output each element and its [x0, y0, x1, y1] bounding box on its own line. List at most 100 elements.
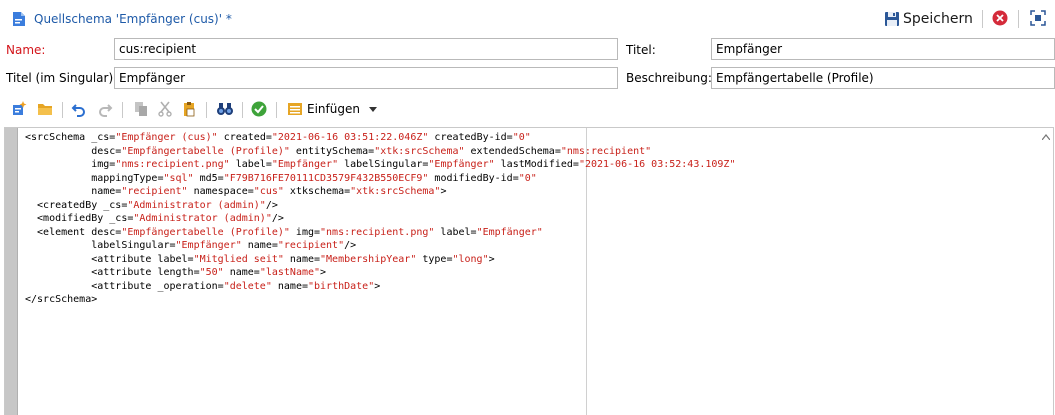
code-token: name= [241, 240, 278, 251]
string-token: "2021-06-16 03:51:22.046Z" [271, 132, 429, 143]
string-token: "long" [452, 253, 489, 265]
code-line: <attribute _operation="delete" name="bir… [25, 280, 735, 294]
code-token: > [440, 186, 447, 197]
string-token: "MembershipYear" [320, 253, 417, 265]
name-field[interactable] [114, 38, 618, 60]
maximize-button[interactable] [1030, 10, 1046, 26]
insert-button[interactable]: Einfügen [287, 100, 378, 118]
xml-editor[interactable]: <srcSchema _cs="Empfänger (cus)" created… [4, 127, 1054, 415]
string-token: "Empfänger" [271, 159, 339, 170]
code-token: img= [289, 226, 321, 238]
find-icon[interactable] [216, 100, 234, 118]
string-token: "0" [518, 172, 537, 184]
string-token: "2021-06-16 03:52:43.109Z" [578, 159, 736, 170]
code-token: <attribute label= [25, 253, 194, 265]
code-token: name= [223, 267, 260, 278]
string-token: "0" [512, 132, 531, 143]
save-label: Speichern [903, 11, 973, 27]
code-line: <element desc="Empfängertabelle (Profile… [25, 226, 735, 240]
code-token: <modifiedBy _cs= [25, 213, 134, 224]
toolbar-separator-5 [276, 102, 277, 118]
code-token: md5= [193, 172, 224, 184]
code-line: <attribute label="Mitglied seit" name="M… [25, 253, 735, 267]
chevron-down-icon [368, 107, 377, 112]
code-line: <createdBy _cs="Administrator (admin)"/> [25, 199, 735, 213]
name-label: Name: [6, 43, 46, 57]
redo-icon[interactable] [96, 100, 114, 118]
string-token: "Empfänger" [175, 240, 242, 251]
paste-icon[interactable] [180, 100, 198, 118]
string-token: "F79B716FE70111CD3579F432B550ECF9" [223, 172, 429, 184]
code-line: mappingType="sql" md5="F79B716FE70111CD3… [25, 172, 735, 186]
string-token: "Empfänger (cus)" [115, 132, 218, 143]
code-token: modifiedBy-id= [428, 172, 519, 184]
string-token: "Empfängertabelle (Profile)" [121, 145, 290, 157]
code-token: <attribute _operation= [25, 280, 224, 292]
string-token: "Empfänger" [476, 226, 543, 238]
string-token: "Mitglied seit" [193, 253, 284, 265]
string-token: "Administrator (admin)" [133, 213, 272, 224]
code-token: > [320, 267, 327, 278]
scroll-up-icon[interactable] [1042, 134, 1050, 140]
title-separator-2 [1018, 10, 1019, 28]
code-line: labelSingular="Empfänger" name="recipien… [25, 239, 735, 253]
schema-document-icon [12, 11, 26, 27]
string-token: "Empfänger" [428, 159, 495, 170]
code-token: <createdBy _cs= [25, 199, 128, 211]
titel-label: Titel: [626, 43, 656, 57]
beschreibung-field[interactable] [711, 67, 1055, 89]
code-token: created= [217, 132, 272, 143]
code-token: /> [271, 213, 284, 224]
code-token: name= [283, 253, 321, 265]
code-line: <modifiedBy _cs="Administrator (admin)"/… [25, 212, 735, 226]
code-token: entitySchema= [289, 145, 375, 157]
code-token: extendedSchema= [464, 145, 561, 157]
code-token: > [488, 253, 495, 265]
code-token: name= [25, 186, 122, 197]
code-line: desc="Empfängertabelle (Profile)" entity… [25, 145, 735, 159]
code-token: > [374, 280, 381, 292]
close-icon [992, 10, 1008, 26]
string-token: "nms:recipient.png" [320, 226, 435, 238]
string-token: "xtk:srcSchema" [374, 145, 465, 157]
toolbar-separator [62, 102, 63, 118]
code-token: /> [344, 240, 357, 251]
close-button[interactable] [992, 10, 1008, 26]
titel-field[interactable] [711, 38, 1055, 60]
insert-label: Einfügen [307, 102, 360, 116]
editor-scrollbar[interactable] [1039, 128, 1053, 415]
new-element-icon[interactable] [10, 100, 28, 118]
code-token: type= [416, 253, 453, 265]
code-token: desc= [25, 145, 122, 157]
string-token: "xtk:srcSchema" [350, 186, 441, 197]
beschreibung-label: Beschreibung: [626, 71, 712, 85]
editor-gutter [5, 128, 18, 415]
save-icon [885, 12, 899, 26]
save-button[interactable]: Speichern [884, 8, 973, 30]
cut-icon[interactable] [156, 100, 174, 118]
code-token: img= [25, 159, 116, 170]
window-title: Quellschema 'Empfänger (cus)' * [34, 12, 232, 26]
code-token: <attribute length= [25, 267, 200, 278]
code-token: </srcSchema> [25, 294, 98, 305]
string-token: "recipient" [277, 240, 345, 251]
string-token: "sql" [163, 172, 194, 184]
code-token: createdBy-id= [428, 132, 513, 143]
xml-code[interactable]: <srcSchema _cs="Empfänger (cus)" created… [25, 131, 735, 307]
editor-toolbar: Einfügen [0, 96, 1055, 124]
string-token: "delete" [223, 280, 272, 292]
code-token: name= [271, 280, 308, 292]
copy-icon[interactable] [132, 100, 150, 118]
code-token: xtkschema= [283, 186, 351, 197]
code-line: <srcSchema _cs="Empfänger (cus)" created… [25, 131, 735, 145]
insert-icon [288, 103, 302, 115]
undo-icon[interactable] [70, 100, 88, 118]
check-icon[interactable] [250, 100, 268, 118]
toolbar-separator-3 [206, 102, 207, 118]
open-folder-icon[interactable] [36, 100, 54, 118]
code-token: /> [265, 199, 278, 211]
code-line: </srcSchema> [25, 293, 735, 307]
singular-field[interactable] [114, 67, 618, 89]
code-token: labelSingular= [338, 159, 429, 170]
code-line: <attribute length="50" name="lastName"> [25, 266, 735, 280]
